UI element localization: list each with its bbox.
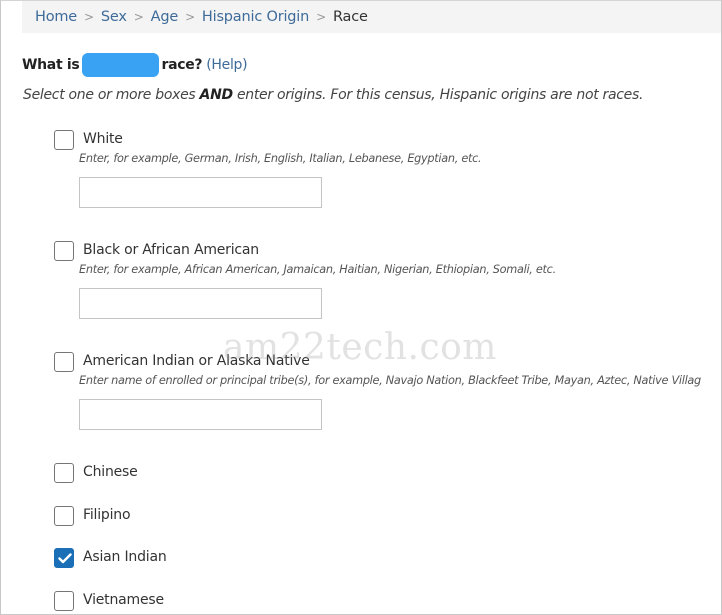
breadcrumb-home[interactable]: Home <box>35 9 77 25</box>
option-hint: Enter name of enrolled or principal trib… <box>79 374 701 387</box>
option-label: Vietnamese <box>83 592 164 608</box>
checkbox-filipino[interactable] <box>54 506 74 526</box>
option-label: Black or African American <box>83 242 259 258</box>
question-prefix: What is <box>22 57 80 73</box>
breadcrumb-current: Race <box>332 9 368 25</box>
black-origin-input[interactable] <box>79 288 322 319</box>
checkbox-black-or-african-american[interactable] <box>54 241 74 261</box>
instructions-emphasis: AND <box>199 87 234 103</box>
checkbox-white[interactable] <box>54 130 74 150</box>
checkmark-icon <box>58 553 72 564</box>
instructions-text: Select one or more boxes <box>23 87 200 103</box>
tribe-input[interactable] <box>79 399 322 430</box>
checkbox-asian-indian[interactable] <box>54 548 74 568</box>
help-link[interactable]: (Help) <box>206 57 247 73</box>
breadcrumb-sex[interactable]: Sex <box>101 9 127 25</box>
checkbox-chinese[interactable] <box>54 463 74 483</box>
breadcrumb: Home > Sex > Age > Hispanic Origin > Rac… <box>22 1 721 33</box>
white-origin-input[interactable] <box>79 177 322 208</box>
option-label: Asian Indian <box>83 549 167 565</box>
checkbox-vietnamese[interactable] <box>54 591 74 611</box>
option-label: Filipino <box>83 507 131 523</box>
breadcrumb-separator: > <box>185 10 195 24</box>
breadcrumb-hispanic-origin[interactable]: Hispanic Origin <box>202 9 309 25</box>
checkbox-american-indian-or-alaska-native[interactable] <box>54 352 74 372</box>
instructions: Select one or more boxes AND enter origi… <box>23 87 643 103</box>
option-hint: Enter, for example, German, Irish, Engli… <box>79 152 482 165</box>
redacted-name <box>82 53 160 77</box>
page-frame: Home > Sex > Age > Hispanic Origin > Rac… <box>0 0 722 615</box>
breadcrumb-separator: > <box>84 10 94 24</box>
option-label: Chinese <box>83 464 138 480</box>
option-label: White <box>83 131 123 147</box>
instructions-text: enter origins. For this census, Hispanic… <box>232 87 644 103</box>
option-label: American Indian or Alaska Native <box>83 353 310 369</box>
breadcrumb-separator: > <box>316 10 326 24</box>
breadcrumb-separator: > <box>133 10 144 24</box>
question-heading: What is race? (Help) <box>22 53 248 77</box>
breadcrumb-age[interactable]: Age <box>151 9 179 25</box>
option-hint: Enter, for example, African American, Ja… <box>79 263 556 276</box>
question-suffix: race? <box>161 57 203 73</box>
